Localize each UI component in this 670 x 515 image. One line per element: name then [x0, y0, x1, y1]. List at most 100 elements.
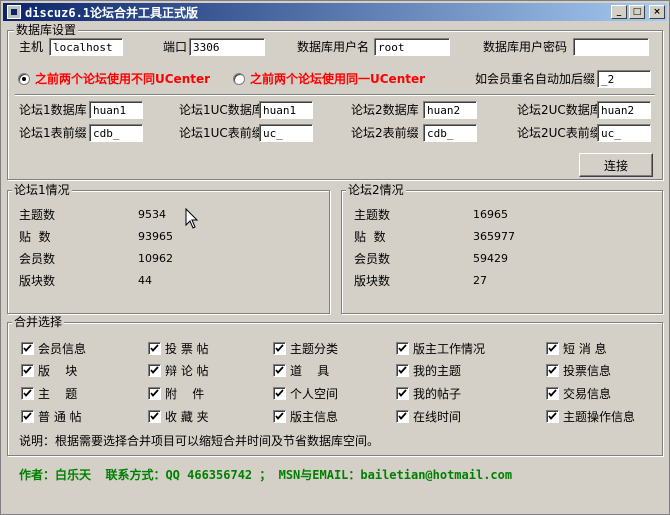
forum1-uc-db-input[interactable]: huan1 [259, 101, 313, 119]
merge-checkbox-my-threads[interactable] [396, 364, 409, 377]
merge-label-trade-info[interactable]: 交易信息 [563, 386, 611, 402]
forum2-uc-db-input[interactable]: huan2 [597, 101, 651, 119]
forum2-uc-prefix-input[interactable]: uc_ [597, 124, 651, 142]
forum1-db-input[interactable]: huan1 [89, 101, 143, 119]
forum2-members-label: 会员数 [354, 252, 391, 266]
merge-checkbox-props[interactable] [273, 364, 286, 377]
forum1-uc-prefix-label: 论坛1UC表前缀 [179, 126, 264, 140]
merge-checkbox-vote-info[interactable] [546, 364, 559, 377]
merge-label-moderator-info[interactable]: 版主信息 [290, 409, 338, 425]
db-user-input[interactable]: root [374, 38, 450, 56]
mouse-cursor-icon [185, 208, 199, 229]
merge-label-polls[interactable]: 投 票 帖 [165, 341, 209, 357]
forum1-posts-label: 贴 数 [19, 230, 51, 244]
merge-checkbox-threads[interactable] [21, 387, 34, 400]
forum2-boards-label: 版块数 [354, 274, 391, 288]
forum1-posts-value: 93965 [138, 230, 173, 243]
radio-same-ucenter[interactable] [233, 73, 245, 85]
radio-different-ucenter[interactable] [18, 73, 30, 85]
merge-checkbox-moderator-log[interactable] [396, 342, 409, 355]
merge-checkbox-pm[interactable] [546, 342, 559, 355]
merge-label-my-posts[interactable]: 我的帖子 [413, 386, 461, 402]
forum2-boards-value: 27 [473, 274, 487, 287]
forum2-posts-value: 365977 [473, 230, 515, 243]
forum2-posts-label: 贴 数 [354, 230, 386, 244]
merge-label-boards[interactable]: 版 块 [38, 363, 77, 379]
radio-same-ucenter-label[interactable]: 之前两个论坛使用同一UCenter [250, 71, 425, 87]
merge-options-legend: 合并选择 [12, 315, 65, 329]
merge-checkbox-boards[interactable] [21, 364, 34, 377]
forum1-uc-db-label: 论坛1UC数据库 [179, 103, 264, 117]
merge-checkbox-members[interactable] [21, 342, 34, 355]
forum2-db-input[interactable]: huan2 [423, 101, 477, 119]
merge-label-my-threads[interactable]: 我的主题 [413, 363, 461, 379]
window-controls: _ □ × [611, 5, 665, 19]
merge-checkbox-debates[interactable] [148, 364, 161, 377]
merge-label-attachments[interactable]: 附 件 [165, 386, 204, 402]
forum2-members-value: 59429 [473, 252, 508, 265]
merge-label-categories[interactable]: 主题分类 [290, 341, 338, 357]
forum2-prefix-label: 论坛2表前缀 [351, 126, 419, 140]
merge-checkbox-favorites[interactable] [148, 410, 161, 423]
suffix-label: 如会员重名自动加后缀 [475, 72, 596, 86]
merge-checkbox-trade-info[interactable] [546, 387, 559, 400]
settings-divider [15, 94, 655, 96]
db-pass-input[interactable] [573, 38, 649, 56]
port-input[interactable]: 3306 [189, 38, 265, 56]
merge-label-moderator-log[interactable]: 版主工作情况 [413, 341, 485, 357]
forum2-stats-legend: 论坛2情况 [346, 183, 406, 197]
title-bar[interactable]: discuz6.1论坛合并工具正式版 _ □ × [3, 3, 667, 21]
port-label: 端口 [163, 40, 188, 54]
window-title: discuz6.1论坛合并工具正式版 [25, 5, 199, 20]
forum1-members-label: 会员数 [19, 252, 56, 266]
host-input[interactable]: localhost [49, 38, 123, 56]
app-icon [7, 5, 21, 19]
db-pass-label: 数据库用户密码 [483, 40, 568, 54]
merge-label-props[interactable]: 道 具 [290, 363, 329, 379]
forum2-threads-label: 主题数 [354, 208, 391, 222]
forum1-threads-label: 主题数 [19, 208, 56, 222]
merge-label-threads[interactable]: 主 题 [38, 386, 77, 402]
merge-label-members[interactable]: 会员信息 [38, 341, 86, 357]
forum2-threads-value: 16965 [473, 208, 508, 221]
author-credits: 作者：白乐天 联系方式：QQ 466356742 ； MSN与EMAIL：bai… [19, 468, 513, 482]
forum2-prefix-input[interactable]: cdb_ [423, 124, 477, 142]
merge-label-online-time[interactable]: 在线时间 [413, 409, 461, 425]
db-user-label: 数据库用户名 [297, 40, 370, 54]
merge-label-thread-mod-log[interactable]: 主题操作信息 [563, 409, 635, 425]
merge-label-personal-space[interactable]: 个人空间 [290, 386, 338, 402]
merge-checkbox-thread-mod-log[interactable] [546, 410, 559, 423]
forum1-uc-prefix-input[interactable]: uc_ [259, 124, 313, 142]
merge-checkbox-moderator-info[interactable] [273, 410, 286, 423]
merge-label-pm[interactable]: 短 消 息 [563, 341, 607, 357]
merge-checkbox-attachments[interactable] [148, 387, 161, 400]
merge-checkbox-polls[interactable] [148, 342, 161, 355]
maximize-button[interactable]: □ [629, 5, 645, 19]
merge-label-vote-info[interactable]: 投票信息 [563, 363, 611, 379]
forum1-boards-label: 版块数 [19, 274, 56, 288]
merge-label-debates[interactable]: 辩 论 帖 [165, 363, 209, 379]
suffix-input[interactable]: _2 [597, 70, 651, 88]
merge-checkbox-my-posts[interactable] [396, 387, 409, 400]
forum2-db-label: 论坛2数据库 [351, 103, 419, 117]
merge-label-favorites[interactable]: 收 藏 夹 [165, 409, 209, 425]
merge-label-normal-posts[interactable]: 普 通 帖 [38, 409, 82, 425]
merge-checkbox-normal-posts[interactable] [21, 410, 34, 423]
forum1-members-value: 10962 [138, 252, 173, 265]
forum2-uc-prefix-label: 论坛2UC表前缀 [517, 126, 602, 140]
merge-checkbox-categories[interactable] [273, 342, 286, 355]
host-label: 主机 [19, 40, 44, 54]
forum1-prefix-label: 论坛1表前缀 [19, 126, 87, 140]
forum2-uc-db-label: 论坛2UC数据库 [517, 103, 602, 117]
forum1-prefix-input[interactable]: cdb_ [89, 124, 143, 142]
forum1-stats-legend: 论坛1情况 [12, 183, 72, 197]
merge-checkbox-online-time[interactable] [396, 410, 409, 423]
minimize-button[interactable]: _ [611, 5, 627, 19]
radio-different-ucenter-label[interactable]: 之前两个论坛使用不同UCenter [35, 71, 210, 87]
merge-checkbox-personal-space[interactable] [273, 387, 286, 400]
forum1-db-label: 论坛1数据库 [19, 103, 87, 117]
db-settings-legend: 数据库设置 [14, 23, 79, 37]
close-button[interactable]: × [649, 5, 665, 19]
forum1-threads-value: 9534 [138, 208, 166, 221]
connect-button[interactable]: 连接 [579, 153, 653, 177]
